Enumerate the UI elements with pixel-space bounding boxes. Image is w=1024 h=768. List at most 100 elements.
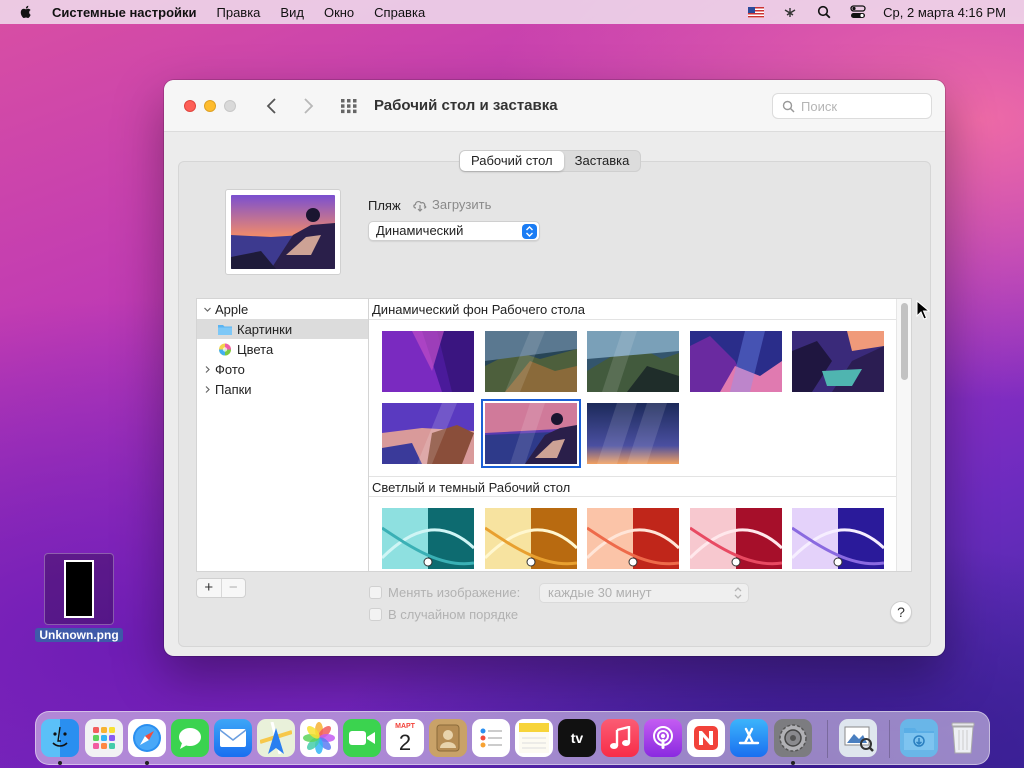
wallpaper-thumbnail[interactable] bbox=[690, 508, 782, 569]
sidebar-item-photos[interactable]: Фото bbox=[197, 359, 369, 379]
gallery-scrollbar[interactable] bbox=[896, 299, 911, 571]
messages-icon[interactable] bbox=[171, 719, 209, 757]
podcasts-icon[interactable] bbox=[644, 719, 682, 757]
notes-icon[interactable] bbox=[515, 719, 553, 757]
reminders-icon[interactable] bbox=[472, 719, 510, 757]
menu-bar: Системные настройки Правка Вид Окно Спра… bbox=[0, 0, 1024, 24]
dock-separator bbox=[889, 720, 890, 758]
remove-folder-button[interactable]: − bbox=[222, 579, 246, 597]
appearance-select-value: Динамический bbox=[376, 223, 464, 238]
add-folder-button[interactable]: + bbox=[197, 579, 222, 597]
wallpaper-thumbnail[interactable] bbox=[792, 508, 884, 569]
trash-icon[interactable] bbox=[944, 719, 982, 757]
change-picture-option[interactable]: Менять изображение: bbox=[369, 585, 520, 600]
disclosure-open-icon[interactable] bbox=[201, 305, 213, 314]
contacts-icon[interactable] bbox=[429, 719, 467, 757]
tv-label: tv bbox=[570, 730, 584, 746]
sidebar-item-apple[interactable]: Apple bbox=[197, 299, 369, 319]
downloads-folder-icon[interactable] bbox=[900, 719, 938, 757]
mouse-cursor-icon bbox=[916, 300, 930, 320]
scrollbar-thumb[interactable] bbox=[901, 303, 908, 380]
menu-clock[interactable]: Ср, 2 марта 4:16 PM bbox=[883, 5, 1006, 20]
zoom-button[interactable] bbox=[224, 100, 236, 112]
wallpaper-thumbnail[interactable] bbox=[587, 508, 679, 569]
control-center-icon[interactable] bbox=[849, 5, 867, 19]
wallpaper-thumbnail[interactable] bbox=[485, 331, 577, 392]
menu-help[interactable]: Справка bbox=[374, 5, 425, 20]
sidebar-item-label: Цвета bbox=[237, 341, 274, 357]
forward-chevron-icon[interactable] bbox=[300, 96, 316, 116]
wallpaper-thumbnail[interactable] bbox=[485, 508, 577, 569]
app-store-icon[interactable] bbox=[730, 719, 768, 757]
section-header-dynamic: Динамический фон Рабочего стола bbox=[369, 299, 897, 320]
show-all-grid-icon[interactable] bbox=[340, 98, 358, 114]
menu-edit[interactable]: Правка bbox=[217, 5, 261, 20]
colors-icon bbox=[219, 343, 231, 355]
running-indicator bbox=[58, 761, 62, 765]
us-flag-icon[interactable] bbox=[747, 5, 765, 19]
help-button[interactable]: ? bbox=[890, 601, 912, 623]
wallpaper-thumbnail[interactable] bbox=[382, 403, 474, 464]
sidebar-item-pictures[interactable]: Картинки bbox=[197, 319, 369, 339]
disclosure-closed-icon[interactable] bbox=[201, 385, 213, 394]
desktop-file[interactable]: Unknown.png bbox=[33, 553, 125, 642]
wallpaper-thumbnail-selected[interactable] bbox=[481, 399, 581, 468]
change-picture-label: Менять изображение: bbox=[388, 585, 521, 600]
file-name-label: Unknown.png bbox=[35, 628, 123, 642]
random-order-option[interactable]: В случайном порядке bbox=[369, 607, 518, 622]
minimize-button[interactable] bbox=[204, 100, 216, 112]
download-button[interactable]: Загрузить bbox=[412, 197, 491, 212]
spotlight-search-icon[interactable] bbox=[815, 5, 833, 19]
sidebar-item-label: Фото bbox=[215, 361, 245, 377]
sidebar-item-label: Папки bbox=[215, 381, 252, 397]
wallpaper-thumbnail[interactable] bbox=[587, 331, 679, 392]
news-icon[interactable] bbox=[687, 719, 725, 757]
maps-icon[interactable] bbox=[257, 719, 295, 757]
search-field[interactable] bbox=[772, 93, 932, 119]
file-thumbnail bbox=[44, 553, 114, 625]
finder-icon[interactable] bbox=[41, 719, 79, 757]
search-input[interactable] bbox=[801, 98, 921, 114]
source-list: Apple Картинки Цвета Фото Папки bbox=[196, 298, 369, 572]
running-indicator bbox=[145, 761, 149, 765]
folder-icon bbox=[218, 324, 232, 335]
back-chevron-icon[interactable] bbox=[264, 96, 280, 116]
wallpaper-thumbnail[interactable] bbox=[792, 331, 884, 392]
sidebar-item-label: Apple bbox=[215, 301, 249, 317]
random-order-checkbox[interactable] bbox=[369, 608, 382, 621]
apple-menu-icon[interactable] bbox=[18, 4, 34, 20]
facetime-icon[interactable] bbox=[343, 719, 381, 757]
menu-app-name[interactable]: Системные настройки bbox=[52, 5, 197, 20]
wallpaper-name: Пляж bbox=[368, 198, 401, 213]
menu-window[interactable]: Окно bbox=[324, 5, 354, 20]
system-preferences-icon[interactable] bbox=[774, 719, 812, 757]
calendar-icon[interactable]: МАРТ 2 bbox=[386, 719, 424, 757]
apple-tv-icon[interactable]: tv bbox=[558, 719, 596, 757]
sidebar-item-folders[interactable]: Папки bbox=[197, 379, 369, 399]
close-button[interactable] bbox=[184, 100, 196, 112]
disclosure-closed-icon[interactable] bbox=[201, 365, 213, 374]
change-picture-checkbox[interactable] bbox=[369, 586, 382, 599]
tab-desktop[interactable]: Рабочий стол bbox=[460, 151, 564, 171]
mail-icon[interactable] bbox=[214, 719, 252, 757]
photos-icon[interactable] bbox=[300, 719, 338, 757]
wifi-icon[interactable] bbox=[781, 5, 799, 19]
wallpaper-thumbnail[interactable] bbox=[587, 403, 679, 464]
preview-icon[interactable] bbox=[839, 719, 877, 757]
wallpaper-thumbnail[interactable] bbox=[690, 331, 782, 392]
appearance-select[interactable]: Динамический bbox=[368, 221, 540, 241]
wallpaper-preview bbox=[225, 189, 341, 275]
dock: МАРТ 2 tv bbox=[35, 711, 990, 765]
sidebar-item-colors[interactable]: Цвета bbox=[197, 339, 369, 359]
wallpaper-thumbnail[interactable] bbox=[382, 508, 474, 569]
safari-icon[interactable] bbox=[128, 719, 166, 757]
sidebar-item-label: Картинки bbox=[237, 321, 293, 337]
tab-screensaver[interactable]: Заставка bbox=[564, 151, 641, 171]
system-preferences-window: Рабочий стол и заставка Рабочий стол Зас… bbox=[164, 80, 945, 656]
music-icon[interactable] bbox=[601, 719, 639, 757]
menu-view[interactable]: Вид bbox=[280, 5, 304, 20]
title-bar: Рабочий стол и заставка bbox=[164, 80, 945, 132]
interval-select[interactable]: каждые 30 минут bbox=[539, 583, 749, 603]
launchpad-icon[interactable] bbox=[85, 719, 123, 757]
wallpaper-thumbnail[interactable] bbox=[382, 331, 474, 392]
